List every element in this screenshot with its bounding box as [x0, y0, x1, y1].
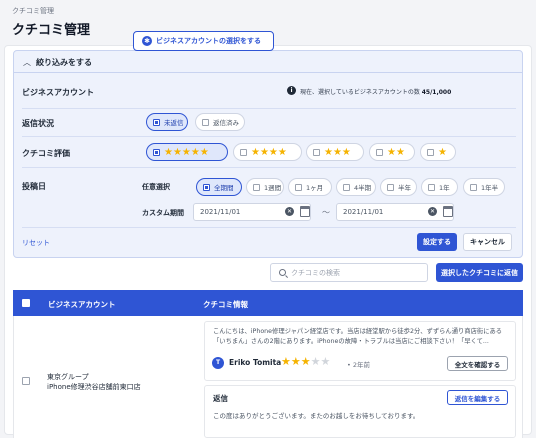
checkbox — [295, 183, 302, 191]
checkbox — [153, 148, 160, 156]
reply-selected-button[interactable]: 選択したクチコミに返信 — [436, 263, 523, 282]
group-name: 東京グループ — [47, 373, 89, 381]
checkbox — [428, 183, 435, 191]
period-1-week[interactable]: 1週間 — [246, 178, 284, 196]
table-header: ビジネスアカウント クチコミ情報 — [13, 290, 523, 316]
range-separator: 〜 — [322, 208, 330, 217]
period-all[interactable]: 全期間 — [196, 178, 242, 196]
row-checkbox[interactable] — [22, 377, 30, 385]
store-name: iPhone修理渋谷店舗前東口店 — [47, 383, 141, 391]
reply-status-replied-label: 返信済み — [213, 119, 239, 127]
clear-icon[interactable]: ✕ — [428, 207, 437, 216]
edit-reply-button[interactable]: 返信を編集する — [447, 390, 508, 405]
cancel-button[interactable]: キャンセル — [463, 233, 512, 251]
reply-status-replied[interactable]: 返信済み — [195, 113, 245, 131]
info-count: 45/1,000 — [421, 89, 452, 96]
info-prefix: 現在、選択しているビジネスアカウントの数 — [300, 89, 420, 96]
checkbox — [202, 118, 209, 126]
avatar: T — [212, 357, 224, 369]
checkbox — [343, 183, 350, 191]
divider — [22, 136, 516, 137]
period-1-week-label: 1週間 — [264, 184, 282, 192]
period-1-5-years-label: 1年半 — [481, 184, 499, 192]
reviewer-name: Eriko Tomita — [229, 358, 282, 367]
search-icon — [279, 269, 286, 276]
rating-label: クチコミ評価 — [22, 149, 70, 158]
divider — [22, 108, 516, 109]
filter-title: 絞り込みをする — [36, 58, 92, 67]
star-icon: ★★★★ — [251, 146, 287, 158]
period-1-year[interactable]: 1年 — [421, 178, 458, 196]
reply-text: この度はありがとうございます。またのお越しをお待ちしております。 — [213, 412, 420, 420]
star-icon: ★★★ — [324, 146, 351, 158]
page: クチコミ管理 クチコミ管理 ︿ 絞り込みをする ビジネスアカウント ✱ ビジネス… — [0, 0, 536, 438]
period-1-month[interactable]: 1ヶ月 — [288, 178, 332, 196]
period-1-5-years[interactable]: 1年半 — [463, 178, 505, 196]
select-business-account-label: ビジネスアカウントの選択をする — [156, 37, 261, 45]
chevron-up-icon[interactable]: ︿ — [23, 57, 31, 68]
checkbox — [240, 148, 247, 156]
page-title: クチコミ管理 — [12, 23, 91, 38]
rating-3-stars[interactable]: ★★★ — [306, 143, 364, 161]
star-empty-icon: ★★ — [310, 355, 331, 368]
rating-1-star[interactable]: ★ — [420, 143, 456, 161]
rating-5-stars[interactable]: ★★★★★ — [146, 143, 228, 161]
reply-status-unreplied[interactable]: 未返信 — [146, 113, 188, 131]
clear-icon[interactable]: ✕ — [285, 207, 294, 216]
header-business-account: ビジネスアカウント — [48, 300, 116, 309]
rating-2-stars[interactable]: ★★ — [369, 143, 415, 161]
business-account-label: ビジネスアカウント — [22, 88, 94, 97]
star-icon: ★ — [438, 146, 447, 158]
view-full-review-button[interactable]: 全文を確認する — [447, 356, 508, 371]
review-text: こんにちは、iPhone修理ジャパン経堂店です。当店は経堂駅から徒歩2分、ずずら… — [213, 328, 503, 345]
calendar-icon[interactable] — [443, 206, 453, 217]
search-input[interactable]: クチコミの検索 — [270, 263, 428, 282]
review-date-value: 2年前 — [352, 361, 371, 369]
custom-period-label: カスタム期間 — [142, 209, 184, 217]
review-rating: ★★★★★ — [281, 355, 330, 368]
selected-account-info: 現在、選択しているビジネスアカウントの数 45/1,000 — [300, 87, 451, 96]
search-placeholder: クチコミの検索 — [291, 268, 340, 277]
checkbox — [203, 183, 210, 191]
select-all-checkbox[interactable] — [22, 299, 30, 307]
checkbox — [427, 148, 434, 156]
period-quarter[interactable]: 4半期 — [336, 178, 376, 196]
gear-icon: ✱ — [142, 36, 152, 46]
filter-header[interactable]: ︿ 絞り込みをする — [14, 51, 522, 73]
divider — [22, 227, 516, 228]
period-1-year-label: 1年 — [439, 184, 450, 192]
star-icon: ★★★★★ — [164, 146, 209, 158]
apply-button[interactable]: 設定する — [417, 233, 457, 251]
star-icon: ★★ — [387, 146, 405, 158]
checkbox — [376, 148, 383, 156]
checkbox — [253, 183, 260, 191]
period-half-year-label: 半年 — [398, 184, 411, 192]
divider — [22, 167, 516, 168]
period-1-month-label: 1ヶ月 — [306, 184, 324, 192]
info-icon: i — [287, 86, 296, 95]
reset-link[interactable]: リセット — [22, 238, 50, 248]
star-filled-icon: ★★★ — [281, 355, 311, 368]
select-business-account-button[interactable]: ✱ ビジネスアカウントの選択をする — [133, 31, 274, 51]
header-review-info: クチコミ情報 — [203, 300, 248, 309]
date-from-value: 2021/11/01 — [200, 208, 241, 216]
reply-status-label: 返信状況 — [22, 119, 54, 128]
reply-status-unreplied-label: 未返信 — [164, 119, 184, 127]
period-all-label: 全期間 — [214, 184, 234, 192]
calendar-icon[interactable] — [300, 206, 310, 217]
checkbox — [153, 118, 160, 126]
checkbox — [313, 148, 320, 156]
reply-label: 返信 — [213, 394, 228, 403]
checkbox — [387, 183, 394, 191]
breadcrumb: クチコミ管理 — [12, 7, 54, 15]
checkbox — [470, 183, 477, 191]
period-half-year[interactable]: 半年 — [380, 178, 417, 196]
rating-4-stars[interactable]: ★★★★ — [233, 143, 302, 161]
period-quarter-label: 4半期 — [354, 184, 372, 192]
any-selection-label: 任意選択 — [142, 183, 170, 191]
posted-date-label: 投稿日 — [22, 182, 46, 191]
review-date: • 2年前 — [347, 361, 371, 369]
date-to-value: 2021/11/01 — [343, 208, 384, 216]
